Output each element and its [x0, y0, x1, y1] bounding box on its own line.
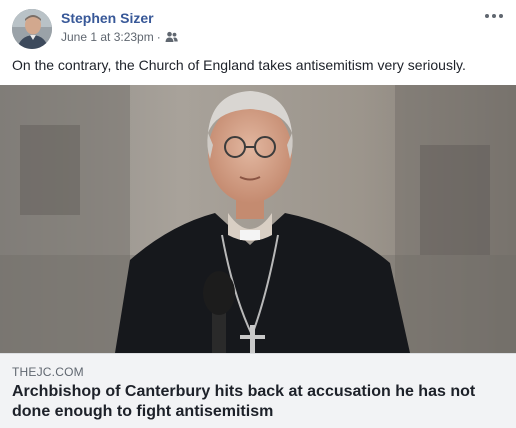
author-name[interactable]: Stephen Sizer — [61, 9, 154, 27]
link-preview[interactable]: THEJC.COM Archbishop of Canterbury hits … — [0, 85, 516, 428]
link-domain: THEJC.COM — [12, 365, 84, 379]
article-photo[interactable] — [0, 85, 516, 353]
meta-separator: · — [156, 30, 161, 44]
friends-icon[interactable] — [165, 31, 178, 43]
link-headline[interactable]: Archbishop of Canterbury hits back at ac… — [12, 382, 504, 422]
post-header: Stephen Sizer June 1 at 3:23pm · — [0, 0, 516, 56]
more-dot — [485, 14, 489, 18]
post-timestamp[interactable]: June 1 at 3:23pm — [61, 29, 154, 45]
link-preview-footer[interactable]: THEJC.COM Archbishop of Canterbury hits … — [0, 353, 516, 428]
facebook-post: Stephen Sizer June 1 at 3:23pm · On the … — [0, 0, 516, 428]
author-avatar[interactable] — [12, 9, 52, 49]
post-text: On the contrary, the Church of England t… — [12, 57, 466, 73]
more-dot — [492, 14, 496, 18]
post-meta: June 1 at 3:23pm · — [61, 29, 178, 45]
more-options-icon[interactable] — [482, 6, 506, 26]
more-dot — [499, 14, 503, 18]
